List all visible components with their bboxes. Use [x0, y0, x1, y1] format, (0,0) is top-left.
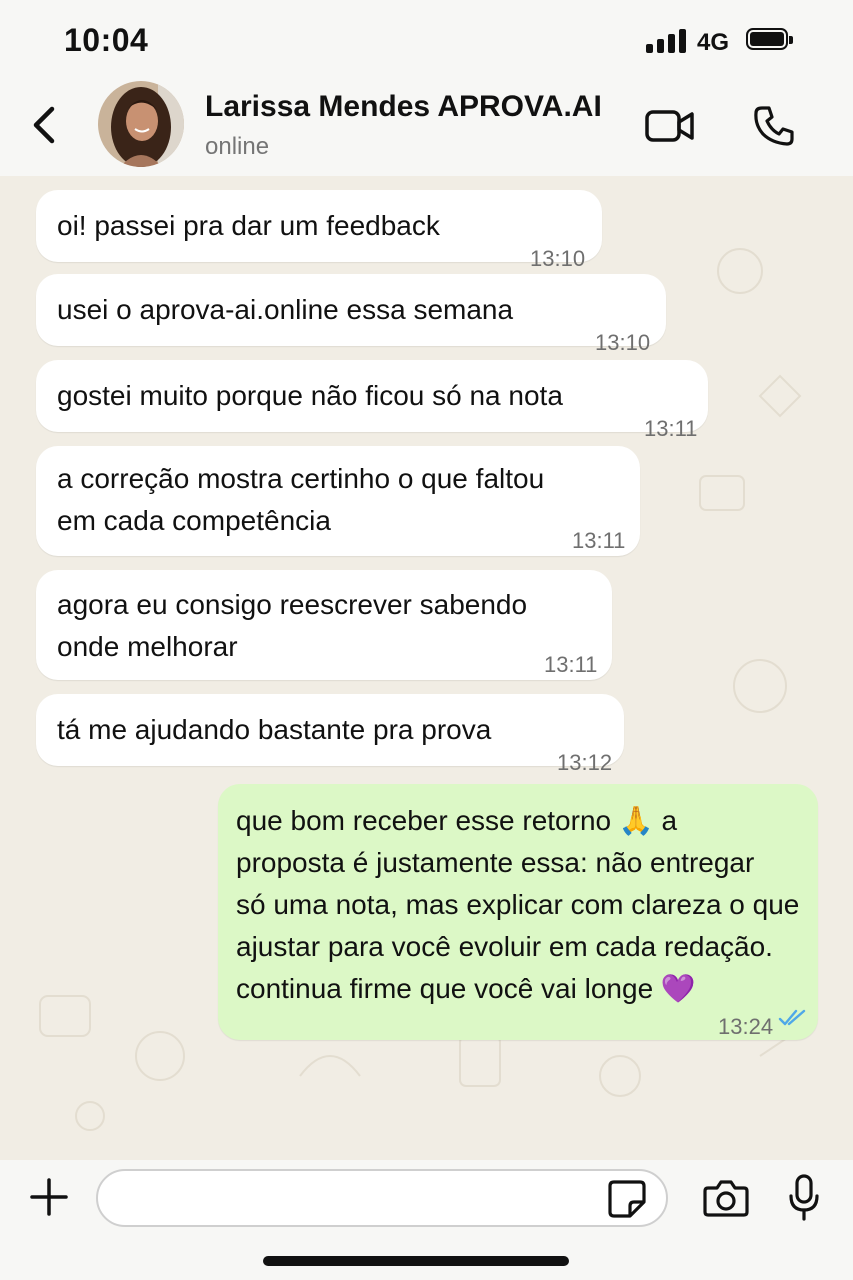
voice-call-button[interactable]: [750, 102, 798, 150]
phone-call-icon: [754, 106, 794, 146]
message-bubble[interactable]: oi! passei pra dar um feedback 13:10: [36, 190, 602, 271]
message-bubble-outgoing[interactable]: que bom receber esse retorno 🙏 a propost…: [218, 784, 818, 1040]
message-time: 13:24: [718, 1014, 774, 1039]
signal-icon: [646, 29, 686, 53]
attach-button[interactable]: [28, 1176, 70, 1218]
contact-name[interactable]: Larissa Mendes APROVA.AI: [205, 90, 602, 124]
battery-icon: [746, 28, 793, 50]
video-call-icon: [645, 110, 694, 142]
network-label: 4G: [697, 29, 730, 56]
microphone-button[interactable]: [786, 1172, 822, 1224]
message-text: gostei muito porque não ficou só na nota: [57, 380, 563, 411]
camera-button[interactable]: [702, 1176, 750, 1220]
message-time: 13:11: [572, 528, 626, 553]
message-bubble[interactable]: usei o aprova-ai.online essa semana 13:1…: [36, 274, 666, 355]
avatar[interactable]: [98, 81, 184, 167]
avatar-photo: [98, 81, 184, 167]
message-bubble[interactable]: tá me ajudando bastante pra prova 13:12: [36, 694, 624, 775]
microphone-icon: [789, 1174, 819, 1221]
message-bubble[interactable]: a correção mostra certinho o que faltou …: [36, 446, 640, 556]
message-text: agora eu consigo reescrever sabendo onde…: [57, 589, 528, 662]
message-text: que bom receber esse retorno 🙏 a propost…: [236, 805, 800, 1004]
message-text: usei o aprova-ai.online essa semana: [57, 294, 514, 325]
camera-icon: [703, 1180, 749, 1217]
plus-icon: [30, 1178, 68, 1216]
message-time: 13:10: [595, 330, 651, 355]
contact-status: online: [205, 133, 270, 160]
video-call-button[interactable]: [642, 104, 698, 148]
message-time: 13:11: [644, 416, 698, 441]
sticker-icon: [608, 1180, 646, 1218]
message-text: oi! passei pra dar um feedback: [57, 210, 440, 241]
message-bubble[interactable]: agora eu consigo reescrever sabendo onde…: [36, 570, 612, 680]
back-button[interactable]: [30, 102, 62, 148]
message-input[interactable]: [96, 1169, 668, 1227]
message-time: 13:12: [557, 750, 613, 775]
message-bubble[interactable]: gostei muito porque não ficou só na nota…: [36, 360, 708, 441]
sticker-button[interactable]: [606, 1178, 648, 1220]
back-chevron-icon: [33, 106, 55, 144]
chat-area[interactable]: oi! passei pra dar um feedback 13:10 use…: [0, 176, 853, 1160]
message-text: tá me ajudando bastante pra prova: [57, 714, 492, 745]
message-input-bar: [0, 1160, 853, 1280]
chat-header: Larissa Mendes APROVA.AI online: [0, 80, 853, 177]
message-time: 13:11: [544, 652, 598, 677]
clock: 10:04: [64, 22, 149, 58]
message-text: a correção mostra certinho o que faltou …: [57, 463, 545, 536]
read-receipt-icon: [778, 1009, 806, 1026]
home-indicator[interactable]: [263, 1256, 569, 1266]
status-bar: 10:04 4G: [0, 0, 853, 80]
